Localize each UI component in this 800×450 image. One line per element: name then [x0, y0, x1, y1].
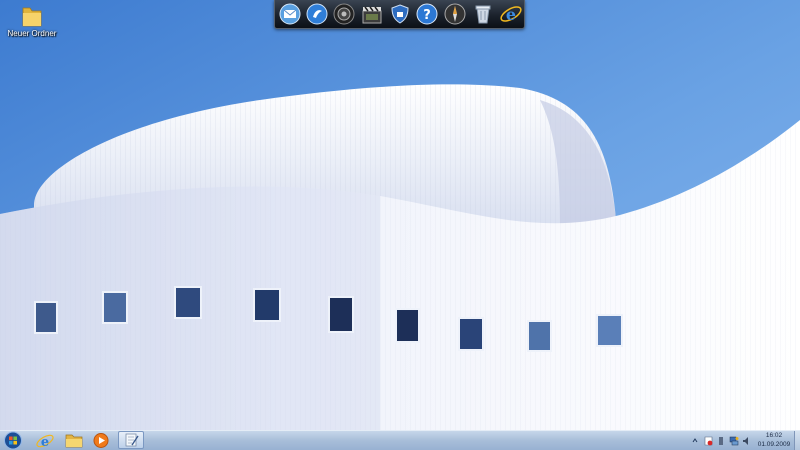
wallpaper	[0, 0, 800, 430]
svg-text:?: ?	[423, 8, 431, 23]
desktop-icon-new-folder[interactable]: Neuer Ordner	[4, 4, 60, 38]
svg-text:e: e	[41, 435, 49, 450]
svg-text:e: e	[506, 5, 516, 24]
speaker-icon[interactable]	[332, 2, 356, 26]
start-button[interactable]	[2, 431, 24, 450]
taskbar: e 16:02 01.09.2009	[0, 430, 800, 450]
desktop-icon-label: Neuer Ordner	[7, 29, 57, 38]
folder-icon	[22, 7, 42, 27]
media-player-icon	[93, 433, 109, 448]
clock-date: 01.09.2009	[757, 441, 791, 448]
desktop[interactable]: Neuer Ordner ? e	[0, 0, 800, 430]
mail-icon[interactable]	[278, 2, 302, 26]
taskbar-notepad-active[interactable]	[118, 431, 144, 449]
clock[interactable]: 16:02 01.09.2009	[754, 431, 794, 449]
compass-icon[interactable]	[443, 2, 467, 26]
movie-clapper-icon[interactable]	[360, 2, 384, 26]
internet-explorer-icon: e	[36, 434, 54, 450]
show-desktop-button[interactable]	[794, 431, 800, 450]
taskbar-internet-explorer[interactable]: e	[34, 431, 56, 450]
taskbar-windows-explorer[interactable]	[63, 431, 85, 450]
clock-time: 16:02	[765, 432, 783, 439]
shield-icon[interactable]	[388, 2, 412, 26]
dock: ? e	[274, 0, 525, 29]
help-icon[interactable]: ?	[415, 2, 439, 26]
internet-explorer-icon[interactable]: e	[499, 2, 523, 26]
action-center-icon[interactable]	[704, 436, 713, 446]
notepad-icon	[125, 433, 139, 447]
taskbar-media-player[interactable]	[90, 431, 112, 450]
start-orb-icon	[4, 431, 22, 450]
usb-icon[interactable]	[717, 436, 725, 446]
network-icon[interactable]	[729, 436, 739, 446]
folder-icon	[65, 434, 83, 448]
show-hidden-arrow-icon[interactable]	[692, 436, 698, 444]
messenger-icon[interactable]	[305, 2, 329, 26]
volume-icon[interactable]	[742, 436, 750, 446]
recycle-bin-icon[interactable]	[471, 2, 495, 26]
